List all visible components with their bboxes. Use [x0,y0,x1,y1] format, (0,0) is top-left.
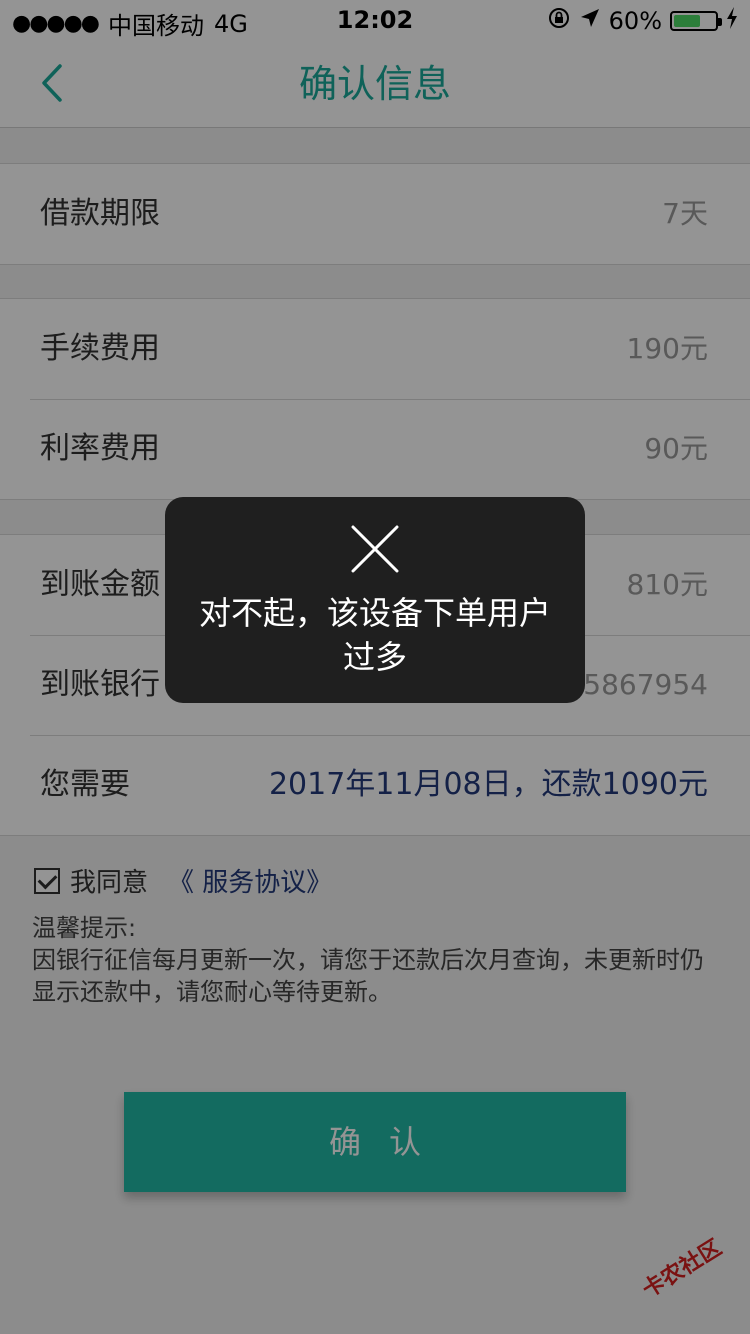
close-x-icon [351,525,399,573]
toast-message: 对不起，该设备下单用户过多 [198,594,551,676]
error-toast: 对不起，该设备下单用户过多 [165,497,585,703]
